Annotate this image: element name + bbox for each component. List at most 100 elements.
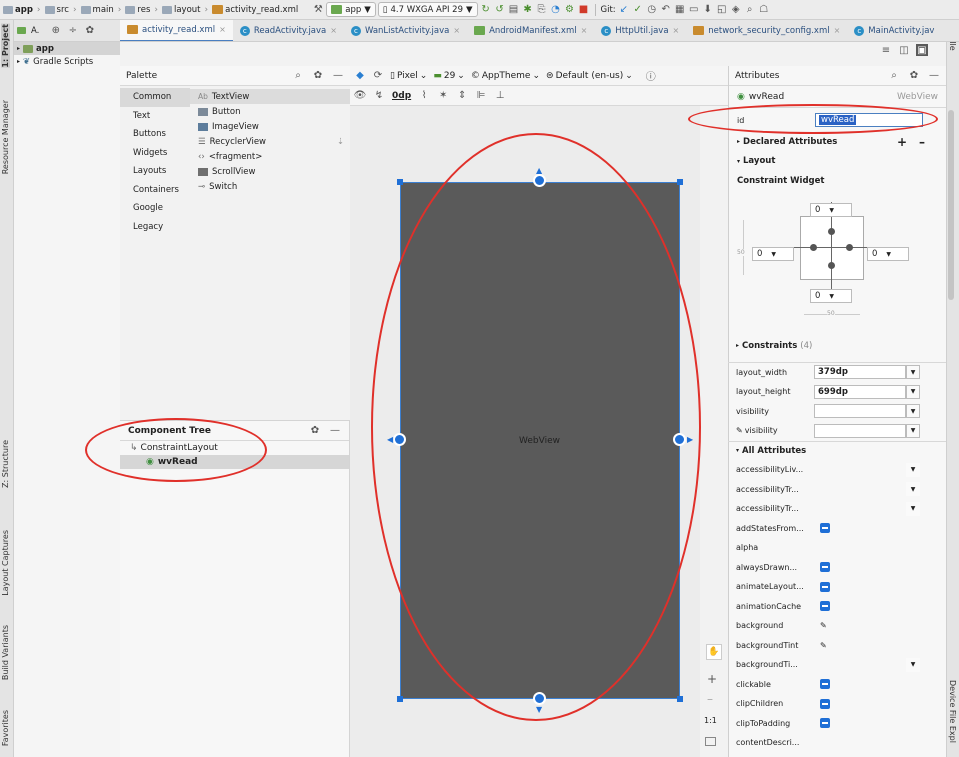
favorites-tool-tab[interactable]: Favorites [1,710,10,746]
close-icon[interactable]: × [330,26,337,35]
attr-row[interactable]: alwaysDrawn... [728,558,946,578]
gear-icon[interactable]: ✿ [84,25,96,37]
orientation-icon[interactable]: ⟳ [372,70,384,82]
project-structure-icon[interactable]: ▦ [674,4,686,16]
constraint-anchor-left[interactable] [393,433,406,446]
align-icon[interactable]: ⊫ [475,90,487,102]
chevron-down-icon[interactable]: ▼ [906,384,920,399]
boolean-toggle[interactable] [820,718,830,729]
breadcrumb-res[interactable]: res [125,5,150,15]
tab-wan-list-activity[interactable]: c WanListActivity.java × [344,20,467,41]
margin-left-field[interactable]: 0 ▼ [752,247,794,261]
locate-icon[interactable]: ⊕ [50,25,62,37]
chevron-down-icon[interactable]: ▼ [906,462,920,477]
boolean-toggle[interactable] [820,698,830,709]
tab-activity-read-xml[interactable]: activity_read.xml × [120,20,233,41]
guidelines-icon[interactable]: ⊥ [494,90,506,102]
tab-network-security-config[interactable]: network_security_config.xml × [686,20,847,41]
boolean-toggle[interactable] [820,601,830,612]
zoom-out-icon[interactable]: – [707,692,713,706]
palette-category-widgets[interactable]: Widgets [120,144,190,163]
palette-category-text[interactable]: Text [120,107,190,126]
download-icon[interactable]: ⇣ [337,137,344,147]
webview-widget[interactable]: WebView [400,182,680,699]
resize-handle-bottom-right[interactable] [677,696,683,702]
chevron-down-icon[interactable]: ▼ [906,482,920,497]
attr-row[interactable]: clipToPadding [728,714,946,734]
palette-item-textview[interactable]: Ab TextView [190,89,350,104]
resize-handle-bottom-left[interactable] [397,696,403,702]
eyedropper-icon[interactable]: ✎ [820,621,827,630]
attributes-scrollbar[interactable] [948,110,954,300]
apply-changes-icon[interactable]: ↻ [480,4,492,16]
boolean-toggle[interactable] [820,679,830,690]
all-attributes-section[interactable]: ▾ All Attributes [728,440,946,461]
constraint-anchor-right[interactable] [673,433,686,446]
split-view-icon[interactable]: ◫ [898,44,910,56]
eyedropper-icon[interactable]: ✎ [820,641,827,650]
attr-row[interactable]: backgroundTi... ▼ [728,655,946,675]
constraint-dot-bottom[interactable] [828,262,835,269]
pan-hand-icon[interactable]: ✋ [706,644,722,660]
close-icon[interactable]: × [581,26,588,35]
constraint-dot-left[interactable] [810,244,817,251]
attr-row[interactable]: background ✎ [728,616,946,636]
run-config-dropdown[interactable]: app ▼ [326,2,376,17]
build-variants-tool-tab[interactable]: Build Variants [1,625,10,680]
tab-main-activity[interactable]: c MainActivity.jav [847,20,941,41]
boolean-toggle[interactable] [820,581,830,592]
zoom-fit-icon[interactable] [705,737,716,746]
sdk-manager-icon[interactable]: ⬇ [702,4,714,16]
id-field[interactable]: wvRead [815,113,923,127]
assistant-icon[interactable]: ◈ [730,4,742,16]
stop-icon[interactable]: ■ [578,4,590,16]
debug-icon[interactable]: ✱ [522,4,534,16]
resize-handle-top-left[interactable] [397,179,403,185]
git-history-icon[interactable]: ◷ [646,4,658,16]
tree-node-wvread[interactable]: ◉ wvRead [120,455,349,469]
tab-http-util[interactable]: c HttpUtil.java × [594,20,686,41]
default-margin-selector[interactable]: 0dp [392,91,411,101]
constraint-anchor-bottom[interactable] [533,692,546,705]
close-icon[interactable]: × [673,26,680,35]
palette-category-layouts[interactable]: Layouts [120,162,190,181]
structure-tool-tab[interactable]: Z: Structure [1,440,10,488]
boolean-toggle[interactable] [820,523,830,534]
theme-selector[interactable]: © AppTheme ⌄ [471,71,540,81]
remove-icon[interactable]: – [919,135,925,149]
attr-row[interactable]: clipChildren [728,694,946,714]
layout-inspector-icon[interactable]: ◱ [716,4,728,16]
attr-row[interactable]: contentDescri... [728,733,946,753]
close-icon[interactable]: × [453,26,460,35]
gear-icon[interactable]: ✿ [309,425,321,437]
breadcrumb-app[interactable]: app [3,5,33,15]
profile-icon[interactable]: ◔ [550,4,562,16]
device-dropdown[interactable]: ▯ 4.7 WXGA API 29 ▼ [377,2,478,17]
layout-width-field[interactable]: 379dp [814,365,906,380]
git-update-icon[interactable]: ↙ [618,4,630,16]
breadcrumb-file[interactable]: activity_read.xml [212,5,298,15]
constraint-anchor-top[interactable] [533,174,546,187]
tools-visibility-field[interactable] [814,423,906,438]
attr-row[interactable]: addStatesFrom... [728,519,946,539]
view-options-icon[interactable]: 👁 [354,90,367,102]
minimize-icon[interactable]: — [332,70,344,82]
constraints-section[interactable]: ▸ Constraints (4) [728,336,946,356]
resize-handle-top-right[interactable] [677,179,683,185]
palette-item-imageview[interactable]: ImageView [190,119,350,134]
attach-debugger-icon[interactable]: ⎘ [536,4,548,16]
tree-item-gradle-scripts[interactable]: ▸ ❦ Gradle Scripts [14,55,120,68]
breadcrumb-main[interactable]: main [80,5,114,15]
api-selector[interactable]: ▬ 29 ⌄ [433,71,465,81]
margin-right-field[interactable]: 0 ▼ [867,247,909,261]
palette-category-legacy[interactable]: Legacy [120,218,190,237]
apply-code-changes-icon[interactable]: ↺ [494,4,506,16]
declared-attributes-section[interactable]: ▸ Declared Attributes + – [729,132,946,152]
device-file-explorer-tool-tab[interactable]: Device File Expl [948,680,957,743]
layout-section[interactable]: ▾ Layout [729,152,946,172]
palette-item-recyclerview[interactable]: ☰ RecyclerView ⇣ [190,134,350,149]
infer-constraints-icon[interactable]: ✶ [437,90,449,102]
palette-category-common[interactable]: Common [120,88,190,107]
device-selector[interactable]: ▯ Pixel ⌄ [390,71,427,81]
chevron-down-icon[interactable]: ▼ [906,365,920,380]
